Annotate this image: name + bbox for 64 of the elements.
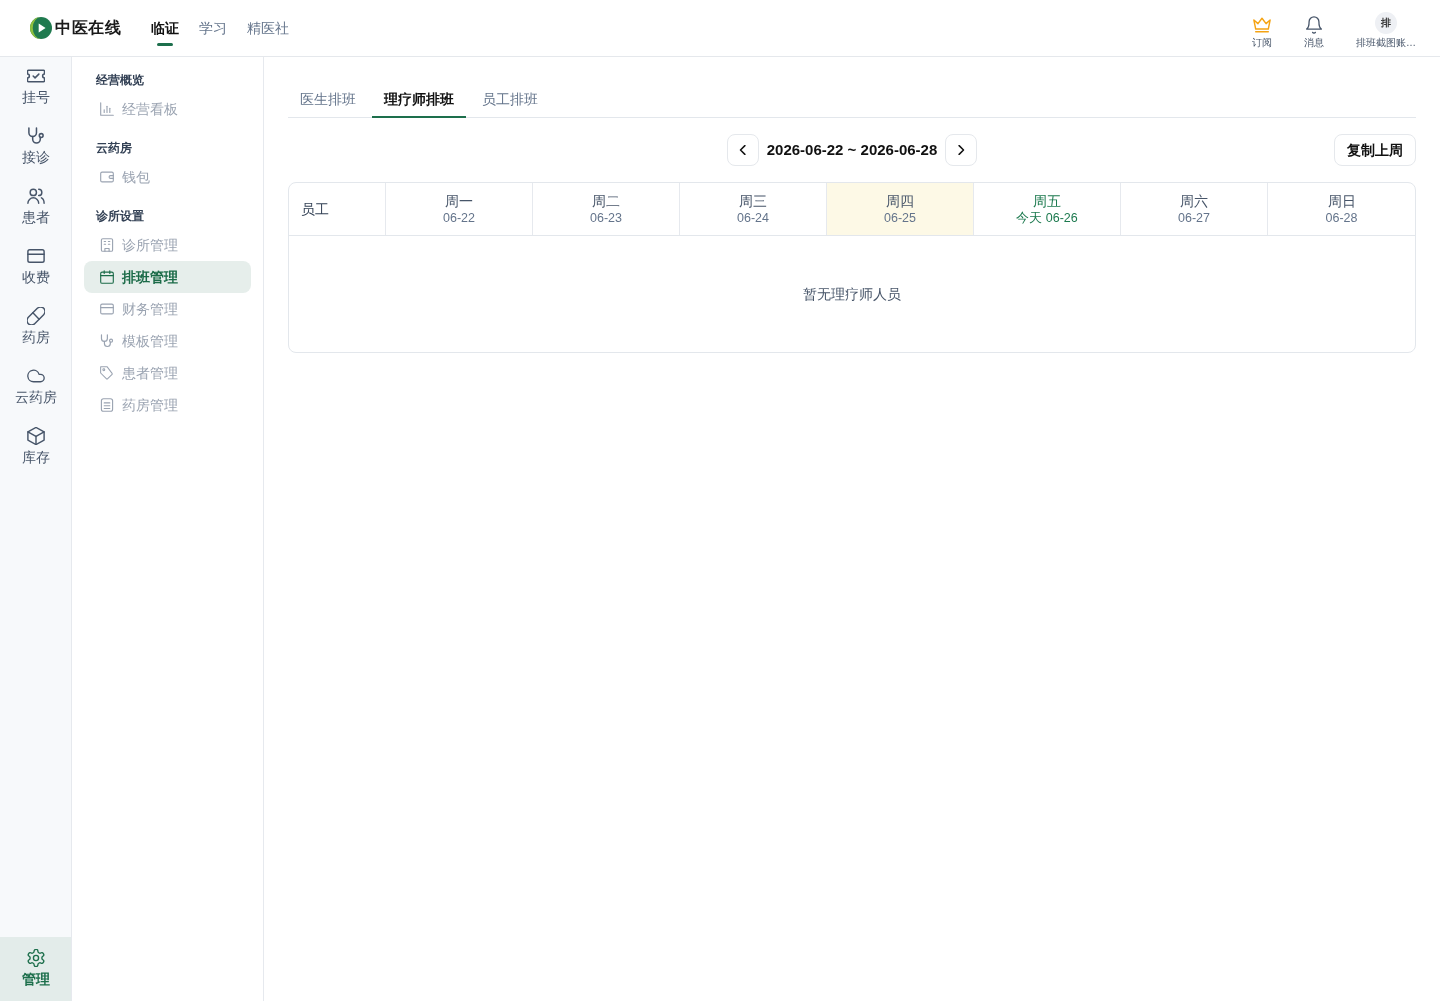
rail-item[interactable]: 挂号 — [0, 57, 71, 117]
document-icon — [100, 398, 114, 412]
account-button[interactable]: 排 排班截图账… — [1356, 11, 1416, 49]
cloud-icon — [26, 367, 45, 385]
rail-item[interactable]: 云药房 — [0, 357, 71, 417]
column-header: 员工 — [289, 183, 386, 235]
copy-last-week-button[interactable]: 复制上周 — [1334, 134, 1416, 166]
empty-message: 暂无理疗师人员 — [802, 284, 902, 304]
weekday-label: 周日 — [1327, 191, 1356, 210]
chevron-left-icon — [737, 145, 748, 155]
avatar: 排 — [1375, 11, 1397, 34]
date-label: 今天 06-26 — [1016, 209, 1078, 227]
weekday-label: 周一 — [445, 191, 473, 210]
card-icon — [26, 247, 45, 265]
card-icon — [100, 302, 114, 316]
settings-icon — [26, 949, 45, 967]
nav-tab[interactable]: 临证 — [151, 10, 179, 46]
previous-week-button[interactable] — [726, 134, 759, 166]
rail-item[interactable]: 收费 — [0, 237, 71, 297]
menu-group-title: 经营概览 — [95, 72, 145, 89]
crown-icon — [1253, 15, 1271, 34]
weekday-label: 周六 — [1180, 191, 1208, 210]
date-label: 06-25 — [884, 209, 916, 227]
date-label: 06-24 — [737, 209, 769, 227]
date-label: 06-27 — [1178, 209, 1210, 227]
logo-icon — [30, 17, 52, 39]
nav-tab[interactable]: 学习 — [199, 10, 227, 46]
tab[interactable]: 员工排班 — [470, 82, 550, 118]
pill-icon — [26, 307, 45, 325]
stethoscope-icon — [100, 334, 114, 348]
rail-item[interactable]: 库存 — [0, 417, 71, 477]
weekday-label: 周二 — [592, 191, 620, 210]
date-range: 2026-06-22 ~ 2026-06-28 — [766, 139, 938, 160]
rail-item[interactable]: 管理 — [0, 937, 71, 1001]
weekday-label: 周三 — [739, 191, 767, 210]
date-label: 06-28 — [1325, 209, 1358, 227]
menu-group-title: 诊所设置 — [95, 208, 145, 225]
rail-item[interactable]: 患者 — [0, 177, 71, 237]
menu-item[interactable]: 排班管理 — [84, 261, 251, 293]
tag-icon — [100, 366, 114, 380]
rail-item[interactable]: 接诊 — [0, 117, 71, 177]
building-icon — [100, 238, 114, 252]
bar-chart-icon — [100, 102, 114, 116]
ticket-icon — [26, 67, 45, 85]
tab[interactable]: 理疗师排班 — [372, 82, 466, 118]
calendar-icon — [100, 270, 114, 284]
logo-text: 中医在线 — [55, 18, 121, 38]
bell-icon — [1305, 15, 1323, 34]
menu-group-title: 云药房 — [95, 140, 133, 157]
box-icon — [26, 427, 45, 445]
people-icon — [26, 187, 45, 205]
rail-item[interactable]: 药房 — [0, 297, 71, 357]
date-label: 06-22 — [443, 209, 475, 227]
chevron-right-icon — [956, 145, 967, 155]
messages-button[interactable]: 消息 — [1304, 15, 1324, 49]
next-week-button[interactable] — [945, 134, 978, 166]
tab[interactable]: 医生排班 — [288, 82, 368, 118]
weekday-label: 周四 — [886, 191, 914, 210]
subscribe-button[interactable]: 订阅 — [1252, 15, 1272, 49]
weekday-label: 周五 — [1033, 191, 1061, 210]
date-label: 06-23 — [590, 209, 622, 227]
nav-tab[interactable]: 精医社 — [247, 10, 289, 46]
stethoscope-icon — [26, 127, 45, 145]
wallet-icon — [100, 170, 114, 184]
